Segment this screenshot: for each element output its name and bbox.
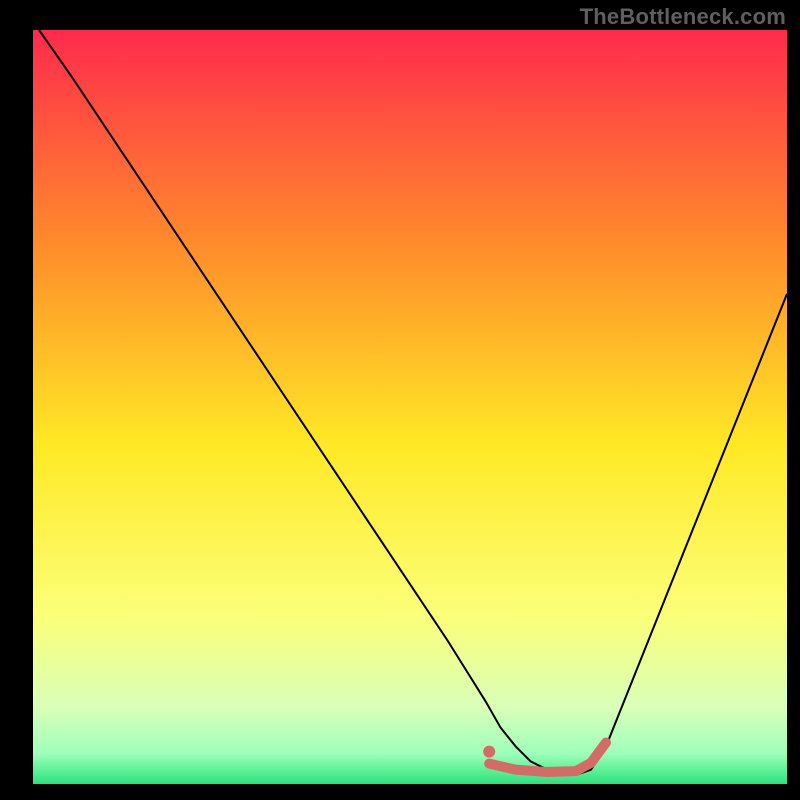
bottleneck-chart bbox=[0, 0, 800, 800]
watermark-text: TheBottleneck.com bbox=[580, 4, 786, 30]
optimal-point-marker bbox=[483, 746, 495, 758]
gradient-background bbox=[33, 30, 787, 784]
chart-stage: TheBottleneck.com bbox=[0, 0, 800, 800]
